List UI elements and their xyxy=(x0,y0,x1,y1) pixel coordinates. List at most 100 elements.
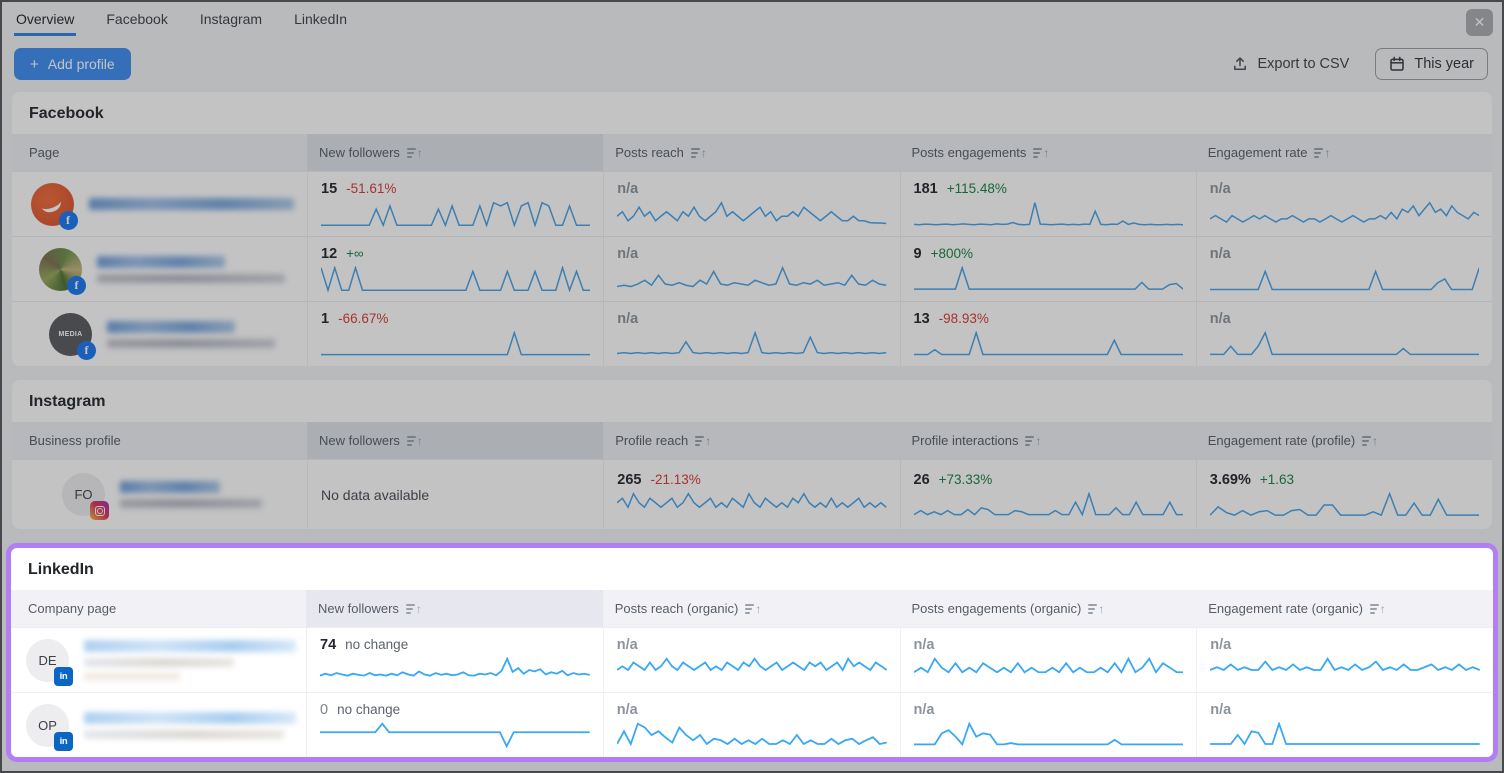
toolbar: + Add profile Export to CSV This year xyxy=(2,36,1502,92)
table-row: f 12+∞ n/a 9+800% n/a xyxy=(12,236,1492,301)
metric-value: 265 xyxy=(617,472,641,488)
column-header-profile-reach[interactable]: Profile reach ↑ xyxy=(603,422,899,459)
metric-value: n/a xyxy=(1210,637,1231,653)
export-csv-button[interactable]: Export to CSV xyxy=(1232,56,1349,72)
column-header-new-followers[interactable]: New followers ↑ xyxy=(306,590,603,627)
sort-icon: ↑ xyxy=(1314,147,1330,159)
sparkline-chart xyxy=(321,331,590,357)
metric-delta: no change xyxy=(337,702,400,717)
table-row: DE in 74no change n/a n/a xyxy=(11,627,1493,692)
profile-name-redacted xyxy=(84,640,296,680)
tab-overview[interactable]: Overview xyxy=(14,3,76,36)
cell-new-followers: 74no change xyxy=(306,628,603,692)
cell-posts-engagements: 181+115.48% xyxy=(900,172,1196,236)
metric-value: n/a xyxy=(1210,311,1231,327)
metric-delta: +73.33% xyxy=(939,472,993,487)
sort-icon: ↑ xyxy=(1362,435,1378,447)
cell-posts-reach-organic: n/a xyxy=(603,693,900,757)
profile-name-redacted xyxy=(84,712,296,739)
column-header-company-page[interactable]: Company page xyxy=(11,590,306,627)
column-header-new-followers[interactable]: New followers ↑ xyxy=(307,134,603,171)
sort-icon: ↑ xyxy=(745,603,761,615)
profile-cell[interactable]: OP in xyxy=(11,693,306,757)
profile-cell[interactable]: DE in xyxy=(11,628,306,692)
sparkline-chart xyxy=(914,201,1183,227)
column-header-posts-engagements[interactable]: Posts engagements ↑ xyxy=(900,134,1196,171)
profile-cell[interactable]: MEDIA f xyxy=(12,302,307,366)
sparkline-chart xyxy=(617,657,887,683)
column-header-engagement-rate[interactable]: Engagement rate ↑ xyxy=(1196,134,1492,171)
sort-icon: ↑ xyxy=(1025,435,1041,447)
sparkline-chart xyxy=(914,657,1184,683)
metric-value: n/a xyxy=(1210,246,1231,262)
metric-delta: +800% xyxy=(931,246,973,261)
metric-value: n/a xyxy=(914,637,935,653)
cell-profile-interactions: 26+73.33% xyxy=(900,460,1196,529)
profile-avatar: OP in xyxy=(26,704,69,747)
cell-engagement-rate: n/a xyxy=(1196,237,1492,301)
metric-delta: -51.61% xyxy=(346,181,396,196)
add-profile-button[interactable]: + Add profile xyxy=(14,48,131,80)
profile-cell[interactable]: f xyxy=(12,172,307,236)
tab-bar: Overview Facebook Instagram LinkedIn ✕ xyxy=(2,2,1502,36)
metric-delta: -98.93% xyxy=(939,311,989,326)
linkedin-badge-icon: in xyxy=(54,667,73,686)
column-label: Profile reach xyxy=(615,433,688,448)
column-header-new-followers[interactable]: New followers ↑ xyxy=(307,422,603,459)
cell-engagement-rate-organic: n/a xyxy=(1196,628,1493,692)
column-header-engagement-rate-organic[interactable]: Engagement rate (organic) ↑ xyxy=(1196,590,1493,627)
sparkline-chart xyxy=(617,201,886,227)
column-label: Posts engagements (organic) xyxy=(912,601,1082,616)
profile-cell[interactable]: f xyxy=(12,237,307,301)
profile-cell[interactable]: FO xyxy=(12,460,307,529)
column-label: Posts reach xyxy=(615,145,684,160)
column-header-posts-reach[interactable]: Posts reach ↑ xyxy=(603,134,899,171)
profile-name-redacted xyxy=(97,256,285,283)
sparkline-chart xyxy=(321,266,590,292)
column-label: New followers xyxy=(318,601,399,616)
profile-name-redacted xyxy=(120,481,262,508)
facebook-section-title: Facebook xyxy=(12,92,1492,134)
sparkline-chart xyxy=(320,722,590,748)
linkedin-section-highlighted: LinkedIn Company page New followers ↑ Po… xyxy=(6,543,1498,762)
close-icon[interactable]: ✕ xyxy=(1466,9,1493,36)
date-range-button[interactable]: This year xyxy=(1375,48,1488,80)
sort-icon: ↑ xyxy=(695,435,711,447)
tab-instagram[interactable]: Instagram xyxy=(198,3,264,36)
column-header-posts-engagements-organic[interactable]: Posts engagements (organic) ↑ xyxy=(900,590,1197,627)
cell-engagement-rate: n/a xyxy=(1196,302,1492,366)
avatar-label: OP xyxy=(38,718,57,733)
tab-linkedin[interactable]: LinkedIn xyxy=(292,3,349,36)
profile-avatar: f xyxy=(39,248,82,291)
cell-engagement-rate: n/a xyxy=(1196,172,1492,236)
instagram-section-title: Instagram xyxy=(12,380,1492,422)
facebook-badge-icon: f xyxy=(67,276,86,295)
sparkline-chart xyxy=(320,657,590,683)
sparkline-chart xyxy=(617,492,886,518)
column-header-business-profile[interactable]: Business profile xyxy=(12,422,307,459)
sparkline-chart xyxy=(617,331,886,357)
column-header-profile-interactions[interactable]: Profile interactions ↑ xyxy=(900,422,1196,459)
metric-value: n/a xyxy=(617,637,638,653)
metric-delta: -66.67% xyxy=(338,311,388,326)
cell-posts-reach: n/a xyxy=(603,237,899,301)
sparkline-chart xyxy=(914,722,1184,748)
toolbar-right: Export to CSV This year xyxy=(1232,48,1488,80)
column-header-posts-reach-organic[interactable]: Posts reach (organic) ↑ xyxy=(603,590,900,627)
column-header-engagement-rate-profile[interactable]: Engagement rate (profile) ↑ xyxy=(1196,422,1492,459)
sort-icon: ↑ xyxy=(691,147,707,159)
tab-facebook[interactable]: Facebook xyxy=(104,3,169,36)
cell-posts-reach: n/a xyxy=(603,172,899,236)
metric-delta: +1.63 xyxy=(1260,472,1294,487)
no-data-label: No data available xyxy=(321,487,590,503)
sort-icon: ↑ xyxy=(1088,603,1104,615)
metric-value: 15 xyxy=(321,181,337,197)
metric-value: 1 xyxy=(321,311,329,327)
column-header-page[interactable]: Page xyxy=(12,134,307,171)
metric-value: n/a xyxy=(617,702,638,718)
sort-icon: ↑ xyxy=(406,603,422,615)
column-label: New followers xyxy=(319,145,400,160)
column-label: Engagement rate (organic) xyxy=(1208,601,1363,616)
sparkline-chart xyxy=(914,331,1183,357)
instagram-section: Instagram Business profile New followers… xyxy=(12,380,1492,529)
